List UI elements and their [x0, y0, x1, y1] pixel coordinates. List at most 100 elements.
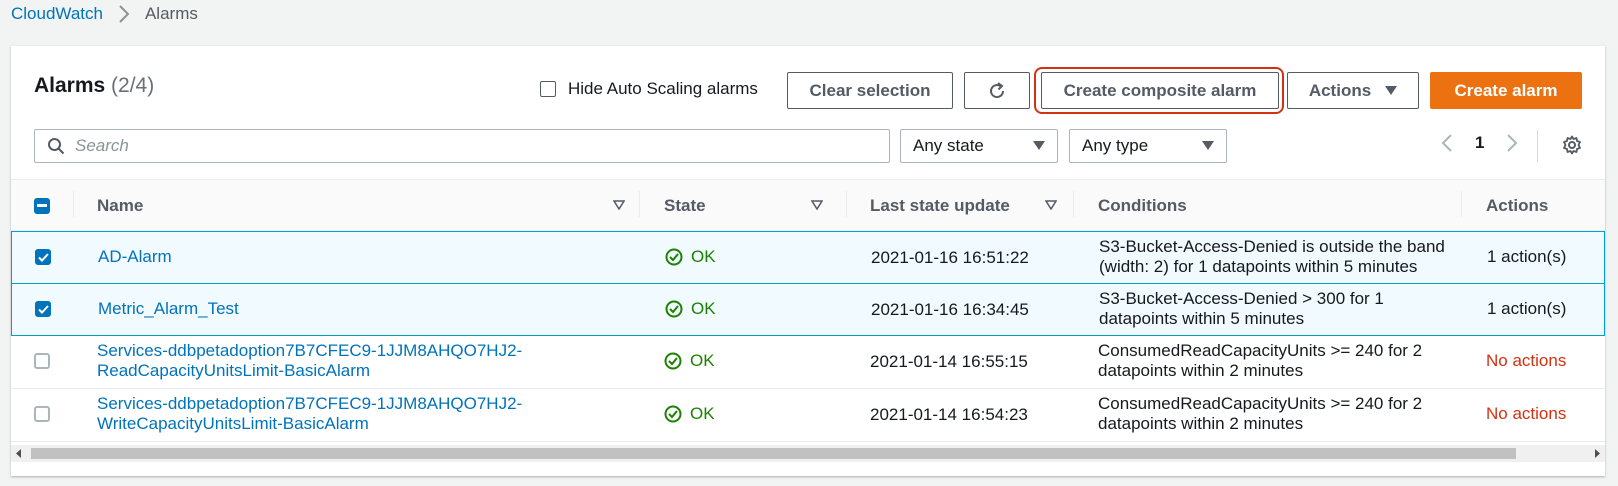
actions-count: 1 action(s)	[1487, 299, 1567, 318]
create-composite-alarm-button[interactable]: Create composite alarm	[1041, 72, 1279, 109]
search-box[interactable]	[34, 129, 890, 163]
scroll-left-arrow-icon[interactable]	[14, 448, 24, 459]
alarms-panel: Alarms (2/4) Hide Auto Scaling alarms Cl…	[11, 46, 1605, 476]
alarm-name-line[interactable]: Services-ddbpetadoption7B7CFEC9-1JJM8AHQ…	[97, 341, 522, 360]
hide-autoscaling-checkbox[interactable]	[540, 81, 556, 97]
type-filter-value: Any type	[1082, 136, 1149, 155]
hide-autoscaling-label: Hide Auto Scaling alarms	[568, 79, 758, 98]
sort-icon[interactable]	[811, 200, 823, 210]
condition-line: (width: 2) for 1 datapoints within 5 min…	[1099, 257, 1418, 276]
search-icon	[48, 138, 65, 155]
condition: S3-Bucket-Access-Denied > 300 for 1 data…	[1099, 289, 1459, 329]
hide-autoscaling-toggle[interactable]: Hide Auto Scaling alarms	[540, 79, 758, 99]
alarm-name-line[interactable]: WriteCapacityUnitsLimit-BasicAlarm	[97, 414, 369, 433]
column-header-last-update[interactable]: Last state update	[870, 196, 1010, 216]
actions-label: Actions	[1308, 80, 1372, 100]
alarm-name-link[interactable]: Services-ddbpetadoption7B7CFEC9-1JJM8AHQ…	[97, 394, 522, 434]
last-update: 2021-01-14 16:55:15	[870, 352, 1028, 371]
condition: ConsumedReadCapacityUnits >= 240 for 2 d…	[1098, 394, 1458, 434]
check-circle-icon	[664, 352, 682, 370]
create-alarm-button[interactable]: Create alarm	[1430, 72, 1582, 109]
column-header-name[interactable]: Name	[97, 196, 143, 216]
table-row[interactable]: AD-Alarm OK 2021-01-16 16:51:22 S3-Bucke…	[11, 231, 1605, 284]
row-checkbox[interactable]	[34, 406, 50, 422]
row-checkbox[interactable]	[34, 353, 50, 369]
state-filter-select[interactable]: Any state	[900, 129, 1058, 163]
title-text: Alarms	[34, 74, 106, 97]
no-actions-label: No actions	[1486, 351, 1567, 370]
column-header-actions[interactable]: Actions	[1486, 196, 1548, 216]
breadcrumb-cloudwatch-link[interactable]: CloudWatch	[11, 4, 103, 24]
refresh-icon	[990, 81, 1005, 98]
condition-line: datapoints within 2 minutes	[1098, 361, 1304, 380]
type-filter-select[interactable]: Any type	[1069, 129, 1227, 163]
alarm-name-link[interactable]: AD-Alarm	[98, 247, 172, 267]
caret-down-icon	[1033, 141, 1045, 150]
condition-line: ConsumedReadCapacityUnits >= 240 for 2	[1098, 394, 1423, 413]
scrollbar-thumb[interactable]	[31, 448, 1516, 459]
search-input[interactable]	[75, 136, 855, 156]
preferences-button[interactable]	[1562, 135, 1582, 160]
select-all-checkbox[interactable]	[34, 198, 50, 214]
table-header	[11, 179, 1605, 231]
selection-count: (2/4)	[111, 74, 155, 97]
check-circle-icon	[665, 300, 683, 318]
state-text: OK	[691, 299, 716, 318]
no-actions-label: No actions	[1486, 404, 1567, 423]
column-divider	[1073, 191, 1074, 217]
caret-down-icon	[1202, 141, 1214, 150]
alarm-state: OK	[665, 299, 716, 319]
state-text: OK	[691, 247, 716, 266]
last-update: 2021-01-16 16:34:45	[871, 300, 1029, 319]
column-header-state[interactable]: State	[664, 196, 706, 216]
alarm-name-line[interactable]: Services-ddbpetadoption7B7CFEC9-1JJM8AHQ…	[97, 394, 522, 413]
refresh-button[interactable]	[964, 72, 1030, 109]
alarm-name-line[interactable]: ReadCapacityUnitsLimit-BasicAlarm	[97, 361, 370, 380]
alarm-state: OK	[665, 247, 716, 267]
column-divider	[73, 191, 74, 217]
caret-down-icon	[1385, 85, 1398, 95]
pagination-divider	[1537, 130, 1538, 162]
condition-line: S3-Bucket-Access-Denied > 300 for 1	[1099, 289, 1384, 308]
column-divider	[639, 191, 640, 217]
check-circle-icon	[664, 405, 682, 423]
breadcrumb: CloudWatch Alarms	[11, 4, 198, 24]
actions-dropdown-button[interactable]: Actions	[1287, 72, 1419, 109]
condition-line: S3-Bucket-Access-Denied is outside the b…	[1099, 237, 1445, 256]
table-row[interactable]: Metric_Alarm_Test OK 2021-01-16 16:34:45…	[11, 283, 1605, 336]
check-circle-icon	[665, 248, 683, 266]
alarm-name-link[interactable]: Metric_Alarm_Test	[98, 299, 239, 319]
current-page[interactable]: 1	[1475, 133, 1484, 153]
condition: S3-Bucket-Access-Denied is outside the b…	[1099, 237, 1459, 277]
pagination: 1	[1441, 133, 1518, 153]
column-divider	[846, 191, 847, 217]
alarm-state: OK	[664, 404, 715, 424]
table-row[interactable]: Services-ddbpetadoption7B7CFEC9-1JJM8AHQ…	[11, 336, 1605, 389]
next-page-icon[interactable]	[1506, 133, 1518, 153]
state-text: OK	[690, 404, 715, 423]
alarm-name-link[interactable]: Services-ddbpetadoption7B7CFEC9-1JJM8AHQ…	[97, 341, 522, 381]
clear-selection-button[interactable]: Clear selection	[787, 72, 953, 109]
last-update: 2021-01-14 16:54:23	[870, 405, 1028, 424]
scroll-right-arrow-icon[interactable]	[1592, 448, 1602, 459]
horizontal-scrollbar[interactable]	[11, 445, 1605, 462]
sort-icon[interactable]	[1045, 200, 1057, 210]
condition-line: datapoints within 2 minutes	[1098, 414, 1304, 433]
column-header-conditions[interactable]: Conditions	[1098, 196, 1187, 216]
gear-icon	[1563, 135, 1581, 155]
chevron-right-icon	[115, 5, 133, 23]
column-divider	[1461, 191, 1462, 217]
previous-page-icon[interactable]	[1441, 133, 1453, 153]
condition-line: datapoints within 5 minutes	[1099, 309, 1305, 328]
alarm-state: OK	[664, 351, 715, 371]
last-update: 2021-01-16 16:51:22	[871, 248, 1029, 267]
sort-icon[interactable]	[613, 200, 625, 210]
state-text: OK	[690, 351, 715, 370]
row-checkbox[interactable]	[35, 249, 51, 265]
actions-count: 1 action(s)	[1487, 247, 1567, 266]
condition: ConsumedReadCapacityUnits >= 240 for 2 d…	[1098, 341, 1458, 381]
row-checkbox[interactable]	[35, 301, 51, 317]
table-row[interactable]: Services-ddbpetadoption7B7CFEC9-1JJM8AHQ…	[11, 389, 1605, 442]
page-title: Alarms (2/4)	[34, 74, 154, 98]
condition-line: ConsumedReadCapacityUnits >= 240 for 2	[1098, 341, 1423, 360]
